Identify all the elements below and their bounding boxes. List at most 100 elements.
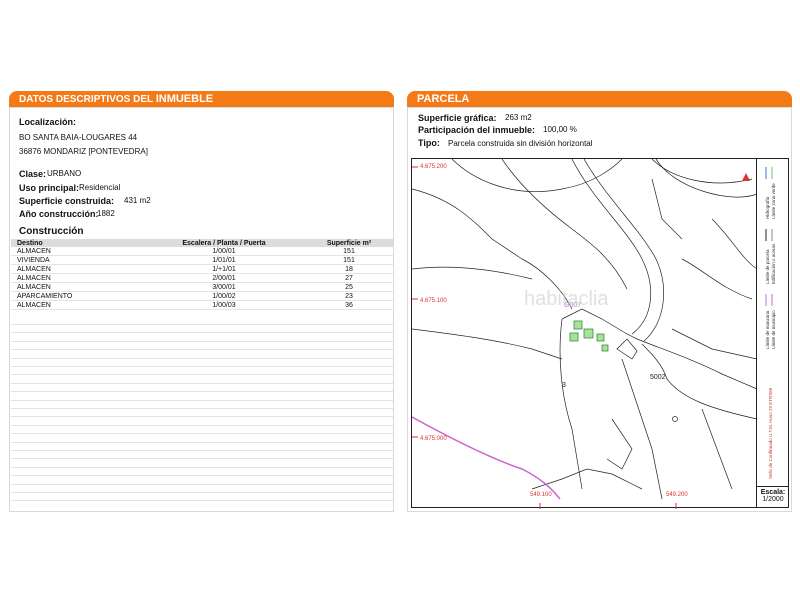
cell-destino: ALMACEN [11,282,143,292]
map-drawing: 4.675.200 4.675.100 4.675.000 549.100 54… [412,159,758,509]
table-empty-rule [11,458,393,460]
table-row: ALMACEN 3/00/01 25 [11,282,393,292]
parcel-boundary [681,258,753,300]
inmueble-header-strong: INMUEBLE [155,93,214,105]
table-empty-rule [11,408,393,409]
cell-superficie: 25 [305,282,393,292]
table-row: ALMACEN 2/00/01 27 [11,273,393,283]
building-outline [606,418,633,470]
cell-destino: ALMACEN [11,264,143,274]
legend-limite-parcela: Límite de parcela [765,249,770,284]
cell-destino: APARCAMIENTO [11,291,143,301]
table-empty-rule [11,332,393,334]
parcel-boundary [412,328,563,360]
superficie-label: Superficie construida: [19,196,115,206]
map-legend: Hidrografía Límite zona verde Límite de … [756,159,790,486]
address-line1: BO SANTA BAIA-LOUGARES 44 [19,133,138,142]
legend-note: Sello de Confirmado U.T.M. Huso 29 ETRS8… [768,387,773,479]
construccion-table: Destino Escalera / Planta / Puerta Super… [11,239,393,310]
table-empty-rule [11,424,393,426]
cell-superficie: 18 [305,264,393,274]
coord-label-low: 4.675.000 [420,436,447,442]
table-row: ALMACEN 1/00/01 151 [11,247,393,256]
superficie-grafica-label: Superficie gráfica: [418,113,497,123]
table-empty-rule [11,357,393,359]
table-empty-rule [11,483,393,485]
road-edge [583,159,664,342]
table-empty-rule [11,324,393,325]
legend-drawing: Hidrografía Límite zona verde Límite de … [765,167,776,479]
parcel-boundary [412,266,533,280]
cell-superficie: 27 [305,273,393,283]
coord-label-bottom-left: 549.100 [530,492,552,498]
parcela-header-title: PARCELA [417,93,470,105]
localizacion-label: Localización: [19,117,77,127]
scale-box: Escala: 1/2000 [756,486,789,508]
cell-escalera: 1/01/01 [143,255,305,265]
cell-superficie: 36 [305,300,393,310]
superficie-grafica-value: 263 m2 [505,113,532,122]
parcel-boundary [651,178,683,240]
legend-zona-verde: Límite zona verde [771,183,776,219]
table-row: VIVIENDA 1/01/01 151 [11,255,393,265]
table-empty-rule [11,466,393,468]
uso-label: Uso principal: [19,183,80,193]
coord-label-mid: 4.675.100 [420,298,447,304]
table-row: ALMACEN 1/00/03 36 [11,300,393,310]
clase-label: Clase: [19,169,47,179]
table-empty-rule [11,399,393,401]
watermark: habitaclia [524,288,609,310]
parcel-boundary [559,318,583,490]
building-block [573,320,583,330]
scale-label: Escala: [760,489,786,496]
parcel-number-label: 3 [562,382,566,389]
building-block [596,333,605,342]
col-superficie: Superficie m² [305,239,393,247]
participacion-label: Participación del inmueble: [418,125,536,135]
uso-value: Residencial [79,183,121,192]
map-point [672,416,678,422]
legend-hidrografia: Hidrografía [765,196,770,219]
table-empty-rule [11,450,393,451]
coord-label-bottom-right: 549.200 [666,492,688,498]
tipo-label: Tipo: [418,138,440,148]
inmueble-header: DATOS DESCRIPTIVOS DEL INMUEBLE [9,91,394,107]
table-row: ALMACEN 1/+1/01 18 [11,264,393,274]
superficie-value: 431 m2 [124,196,151,205]
anio-label: Año construcción: [19,209,99,219]
table-empty-rule [11,441,393,443]
table-empty-rule [11,349,393,351]
cell-escalera: 1/00/02 [143,291,305,301]
parcel-boundary [655,159,758,198]
legend-edificacion: Edificación o aceras [771,243,776,284]
cell-superficie: 23 [305,291,393,301]
cell-escalera: 1/00/03 [143,300,305,310]
coord-label-top: 4.675.200 [420,164,447,170]
cell-superficie: 151 [305,247,393,256]
col-destino: Destino [11,239,143,247]
cell-escalera: 1/00/01 [143,247,305,256]
parcel-boundary [711,218,758,270]
table-empty-rule [11,416,393,418]
table-empty-rule [11,366,393,367]
north-arrow-icon [742,173,750,181]
cell-escalera: 1/+1/01 [143,264,305,274]
cell-destino: ALMACEN [11,300,143,310]
cell-escalera: 3/00/01 [143,282,305,292]
construccion-title: Construcción [19,226,84,237]
parcel-boundary [651,159,753,184]
building-outline [616,338,638,360]
cell-superficie: 151 [305,255,393,265]
building-block [601,344,609,352]
parcel-boundary [701,408,733,490]
cell-escalera: 2/00/01 [143,273,305,283]
inmueble-header-prefix: DATOS DESCRIPTIVOS DEL [19,94,156,105]
scale-value: 1/2000 [762,496,784,503]
table-empty-rule [11,374,393,376]
table-row: APARCAMIENTO 1/00/02 23 [11,291,393,301]
tipo-value: Parcela construida sin división horizont… [448,139,593,148]
table-empty-rule [11,340,393,342]
building-block [569,332,579,342]
col-escalera: Escalera / Planta / Puerta [143,239,305,247]
table-empty-rule [11,382,393,384]
